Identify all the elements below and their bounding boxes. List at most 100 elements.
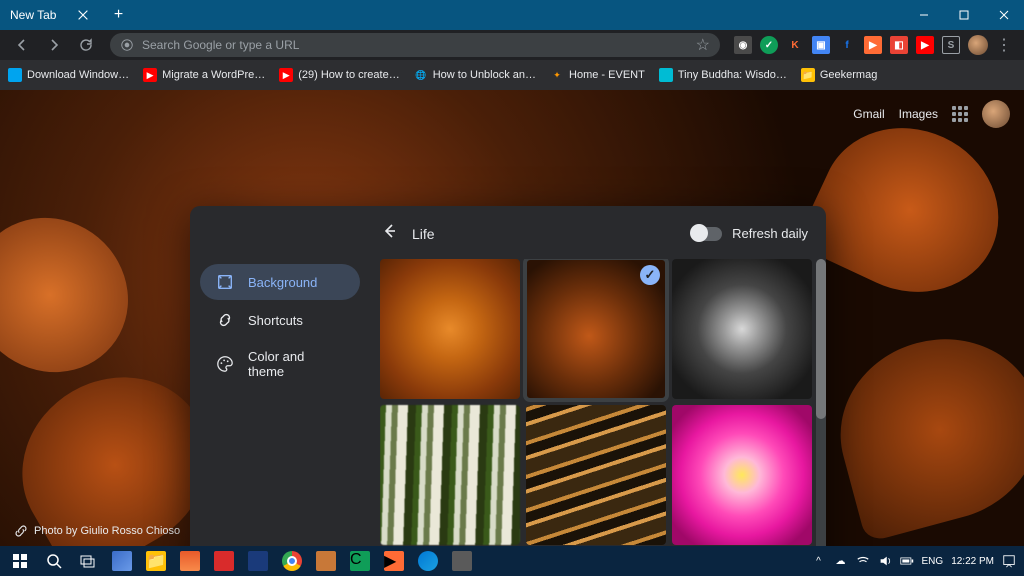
taskbar-app[interactable] [208,547,240,575]
taskbar-app[interactable] [446,547,478,575]
extension-icon[interactable]: ◉ [734,36,752,54]
extension-icon[interactable]: ◧ [890,36,908,54]
bookmark-item[interactable]: 📁 Geekermag [801,68,877,82]
taskbar-app-chrome[interactable] [276,547,308,575]
thumbnail-scroll[interactable]: ✓ [380,259,826,546]
bookmark-favicon: ✦ [550,68,564,82]
minimize-window-button[interactable] [904,0,944,30]
taskbar-app[interactable]: C [344,547,376,575]
browser-tab[interactable]: New Tab [0,0,100,30]
google-icon [120,38,134,52]
extension-icon[interactable]: ✓ [760,36,778,54]
taskbar-app[interactable]: ▶ [378,547,410,575]
bookmark-label: Tiny Buddha: Wisdo… [678,69,787,81]
start-button[interactable] [4,547,36,575]
search-button[interactable] [38,547,70,575]
new-tab-button[interactable]: + [108,5,128,25]
customize-modal: Background Shortcuts Color and theme Lif… [190,206,826,546]
background-thumbnail[interactable] [380,259,520,399]
taskbar-app[interactable] [412,547,444,575]
refresh-daily-label: Refresh daily [732,226,808,241]
scrollbar-thumb[interactable] [816,259,826,419]
extension-icon[interactable]: ▶ [916,36,934,54]
bookmark-item[interactable]: Download Window… [8,68,129,82]
extension-icon[interactable]: K [786,36,804,54]
system-tray: ^ ☁ ENG 12:22 PM [812,554,1020,568]
background-thumbnail[interactable] [672,405,812,545]
refresh-daily-toggle[interactable] [692,227,722,241]
apps-launcher-icon[interactable] [952,106,968,122]
images-link[interactable]: Images [899,107,938,121]
taskbar-app[interactable] [310,547,342,575]
bookmark-favicon: 📁 [801,68,815,82]
modal-sidebar: Background Shortcuts Color and theme [190,206,370,546]
background-thumbnail[interactable] [380,405,520,545]
bookmark-favicon: ▶ [279,68,293,82]
taskbar-app[interactable] [174,547,206,575]
omnibox[interactable]: Search Google or type a URL ☆ [110,33,720,57]
maximize-window-button[interactable] [944,0,984,30]
chrome-menu-button[interactable]: ⋮ [992,35,1016,55]
bookmark-label: (29) How to create… [298,69,399,81]
back-arrow-icon[interactable] [380,222,398,245]
bookmark-bar: Download Window… ▶ Migrate a WordPre… ▶ (2… [0,60,1024,90]
extension-icon[interactable]: S [942,36,960,54]
sidebar-item-color-theme[interactable]: Color and theme [200,340,360,388]
bookmark-favicon: ▶ [143,68,157,82]
bookmark-item[interactable]: ▶ (29) How to create… [279,68,399,82]
close-window-button[interactable] [984,0,1024,30]
extension-icon[interactable]: f [838,36,856,54]
bookmark-favicon [659,68,673,82]
browser-toolbar: Search Google or type a URL ☆ ◉ ✓ K ▣ f … [0,30,1024,60]
sidebar-item-background[interactable]: Background [200,264,360,300]
bookmark-star-icon[interactable]: ☆ [696,35,710,55]
gmail-link[interactable]: Gmail [853,107,884,121]
taskbar-app[interactable] [106,547,138,575]
sidebar-item-shortcuts[interactable]: Shortcuts [200,302,360,338]
background-thumbnail[interactable] [672,259,812,399]
bookmark-label: Download Window… [27,69,129,81]
tab-title: New Tab [10,8,56,22]
battery-icon[interactable] [900,554,914,568]
forward-button[interactable] [40,31,68,59]
link-icon [14,524,28,538]
extension-icon[interactable]: ▣ [812,36,830,54]
reload-button[interactable] [72,31,100,59]
photo-credit-text: Photo by Giulio Rosso Chioso [34,525,180,537]
bookmark-label: Migrate a WordPre… [162,69,265,81]
task-view-button[interactable] [72,547,104,575]
sidebar-item-label: Background [248,275,317,290]
bookmark-label: How to Unblock an… [433,69,536,81]
back-button[interactable] [8,31,36,59]
check-icon: ✓ [640,265,660,285]
bookmark-item[interactable]: Tiny Buddha: Wisdo… [659,68,787,82]
profile-avatar[interactable] [968,35,988,55]
onedrive-icon[interactable]: ☁ [834,554,848,568]
refresh-daily-toggle-area: Refresh daily [692,226,808,241]
notifications-icon[interactable] [1002,554,1016,568]
background-thumbnail[interactable]: ✓ [526,259,666,399]
window-titlebar: New Tab + [0,0,1024,30]
bookmark-item[interactable]: ✦Home - EVENT [550,68,645,82]
modal-title: Life [412,226,678,242]
clock[interactable]: 12:22 PM [951,556,994,567]
tray-chevron-icon[interactable]: ^ [812,554,826,568]
sidebar-item-label: Color and theme [248,349,344,379]
volume-icon[interactable] [878,554,892,568]
thumbnail-grid: ✓ [380,259,826,546]
wifi-icon[interactable] [856,554,870,568]
language-indicator[interactable]: ENG [922,556,944,567]
extension-icon[interactable]: ▶ [864,36,882,54]
background-thumbnail[interactable] [526,405,666,545]
taskbar-app[interactable]: 📁 [140,547,172,575]
omnibox-placeholder: Search Google or type a URL [142,38,688,52]
close-tab-icon[interactable] [76,8,90,22]
bookmark-favicon [8,68,22,82]
profile-avatar[interactable] [982,100,1010,128]
taskbar-app[interactable] [242,547,274,575]
background-icon [216,273,234,291]
ntp-header: Gmail Images [853,100,1010,128]
bookmark-label: Geekermag [820,69,877,81]
bookmark-item[interactable]: 🌐How to Unblock an… [414,68,536,82]
bookmark-item[interactable]: ▶ Migrate a WordPre… [143,68,265,82]
